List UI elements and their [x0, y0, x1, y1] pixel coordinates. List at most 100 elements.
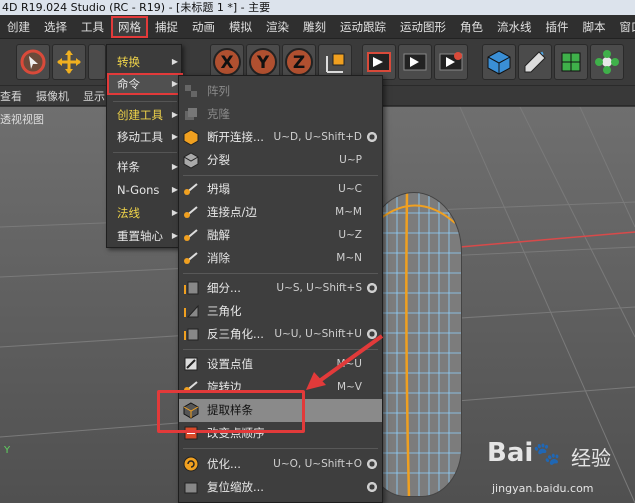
- menu-motion-tracking[interactable]: 运动跟踪: [333, 16, 393, 38]
- menu-shortcut: U~C: [338, 183, 362, 195]
- menu-create[interactable]: 创建: [0, 16, 37, 38]
- svg-text:Z: Z: [293, 53, 305, 73]
- menu-label: 优化...: [207, 457, 241, 471]
- gear-icon[interactable]: [366, 131, 378, 143]
- mesh-menu-reset-axis[interactable]: 重置轴心 ▶: [107, 225, 183, 247]
- cmd-melt[interactable]: 融解 U~Z: [179, 224, 382, 247]
- toolbar-item[interactable]: [88, 44, 106, 80]
- menu-plugins[interactable]: 插件: [539, 16, 576, 38]
- mesh-menu-label: 样条: [117, 160, 140, 174]
- disconnect-icon: [183, 129, 199, 146]
- menu-mesh[interactable]: 网格: [111, 15, 148, 38]
- mesh-menu-normals[interactable]: 法线 ▶: [107, 202, 183, 224]
- menu-divider: [113, 152, 177, 153]
- svg-text:Y: Y: [256, 53, 270, 73]
- mesh-menu-label: 法线: [117, 206, 140, 220]
- gear-icon[interactable]: [366, 481, 378, 493]
- menu-label: 分裂: [207, 153, 230, 167]
- menu-divider: [183, 448, 378, 449]
- mesh-menu-create-tools[interactable]: 创建工具 ▶: [107, 104, 183, 126]
- cmd-reset-scale[interactable]: 复位缩放...: [179, 476, 382, 499]
- gear-icon[interactable]: [366, 282, 378, 294]
- menu-animate[interactable]: 动画: [185, 16, 222, 38]
- triangulate-icon: [184, 304, 199, 318]
- watermark-url: jingyan.baidu.com: [492, 482, 594, 495]
- annotation-highlight-box: [157, 390, 305, 433]
- svg-text:X: X: [220, 53, 233, 73]
- gear-icon[interactable]: [366, 458, 378, 470]
- menu-label: 反三角化...: [207, 327, 264, 341]
- cmd-clone[interactable]: 克隆: [179, 103, 382, 126]
- cmd-subdivide[interactable]: 细分... U~S, U~Shift+S: [179, 277, 382, 300]
- menu-simulate[interactable]: 模拟: [222, 16, 259, 38]
- menu-snap[interactable]: 捕捉: [148, 16, 185, 38]
- mesh-menu-commands[interactable]: 命令 ▶: [107, 73, 183, 95]
- dissolve-icon: [184, 252, 198, 264]
- viewport-menu-camera[interactable]: 摄像机: [29, 88, 76, 104]
- menu-character[interactable]: 角色: [453, 16, 490, 38]
- mesh-menu-label: 重置轴心: [117, 229, 163, 243]
- chevron-right-icon: ▶: [171, 57, 178, 66]
- clone-icon: [185, 108, 197, 120]
- menu-label: 连接点/边: [207, 205, 257, 219]
- flower-icon[interactable]: [590, 44, 624, 80]
- menubar: 创建 选择 工具 网格 捕捉 动画 模拟 渲染 雕刻 运动跟踪 运动图形 角色 …: [0, 15, 635, 39]
- move-icon[interactable]: [52, 44, 86, 80]
- mesh-menu-move-tools[interactable]: 移动工具 ▶: [107, 126, 183, 148]
- mesh-menu-label: 移动工具: [117, 130, 163, 144]
- menu-mograph[interactable]: 运动图形: [393, 16, 453, 38]
- menu-sculpt[interactable]: 雕刻: [296, 16, 333, 38]
- menu-render[interactable]: 渲染: [259, 16, 296, 38]
- window-title: 4D R19.024 Studio (RC - R19) - [未标题 1 *]…: [0, 0, 635, 15]
- menu-label: 复位缩放...: [207, 480, 264, 494]
- mesh-menu-convert[interactable]: 转换 ▶: [107, 51, 183, 73]
- melt-icon: [184, 229, 198, 241]
- menu-shortcut: U~Z: [338, 229, 362, 241]
- render-view-icon[interactable]: [398, 44, 432, 80]
- menu-label: 断开连接...: [207, 130, 264, 144]
- cursor-icon[interactable]: [16, 44, 50, 80]
- menu-tools[interactable]: 工具: [74, 16, 111, 38]
- menu-shortcut: U~P: [339, 154, 362, 166]
- menu-divider: [183, 273, 378, 274]
- subdivide-icon[interactable]: [554, 44, 588, 80]
- mesh-menu-label: 转换: [117, 55, 140, 69]
- menu-window[interactable]: 窗口: [613, 16, 635, 38]
- array-icon: [185, 85, 197, 97]
- cmd-array[interactable]: 阵列: [179, 80, 382, 103]
- commands-menu: 阵列 克隆 断开连接... U~D, U~Shift+D 分裂 U~P 坍塌 U…: [178, 75, 383, 503]
- viewport-label: 透视视图: [0, 113, 44, 126]
- menu-select[interactable]: 选择: [37, 16, 74, 38]
- cmd-connect[interactable]: 连接点/边 M~M: [179, 201, 382, 224]
- collapse-icon: [184, 183, 198, 195]
- menu-label: 克隆: [207, 107, 230, 121]
- menu-label: 坍塌: [207, 182, 230, 196]
- mesh-menu-spline[interactable]: 样条 ▶: [107, 156, 183, 178]
- menu-script[interactable]: 脚本: [576, 16, 613, 38]
- menu-shortcut: U~D, U~Shift+D: [273, 131, 362, 143]
- cmd-disconnect[interactable]: 断开连接... U~D, U~Shift+D: [179, 126, 382, 149]
- cube-icon[interactable]: [482, 44, 516, 80]
- viewport-menu-view[interactable]: 查看: [0, 88, 29, 104]
- menu-divider: [113, 101, 177, 102]
- menu-pipeline[interactable]: 流水线: [490, 16, 539, 38]
- cmd-collapse[interactable]: 坍塌 U~C: [179, 178, 382, 201]
- mesh-menu-label: N-Gons: [117, 183, 160, 197]
- cmd-split[interactable]: 分裂 U~P: [179, 149, 382, 172]
- axis-y-label: Y: [4, 445, 11, 456]
- pen-icon[interactable]: [518, 44, 552, 80]
- cmd-triangulate[interactable]: 三角化: [179, 300, 382, 323]
- cmd-optimize[interactable]: 优化... U~O, U~Shift+O: [179, 453, 382, 476]
- menu-shortcut: M~M: [335, 206, 362, 218]
- mesh-menu-ngons[interactable]: N-Gons ▶: [107, 179, 183, 201]
- menu-label: 阵列: [207, 84, 230, 98]
- cmd-dissolve[interactable]: 消除 M~N: [179, 247, 382, 270]
- untriangulate-icon: [184, 328, 199, 341]
- menu-shortcut: U~O, U~Shift+O: [273, 458, 362, 470]
- render-settings-icon[interactable]: [434, 44, 468, 80]
- set-point-icon: [184, 357, 198, 371]
- menu-divider: [183, 175, 378, 176]
- mesh-menu-label: 命令: [117, 77, 140, 91]
- annotation-arrow-icon: [306, 334, 384, 390]
- watermark-label: 经验: [571, 446, 611, 470]
